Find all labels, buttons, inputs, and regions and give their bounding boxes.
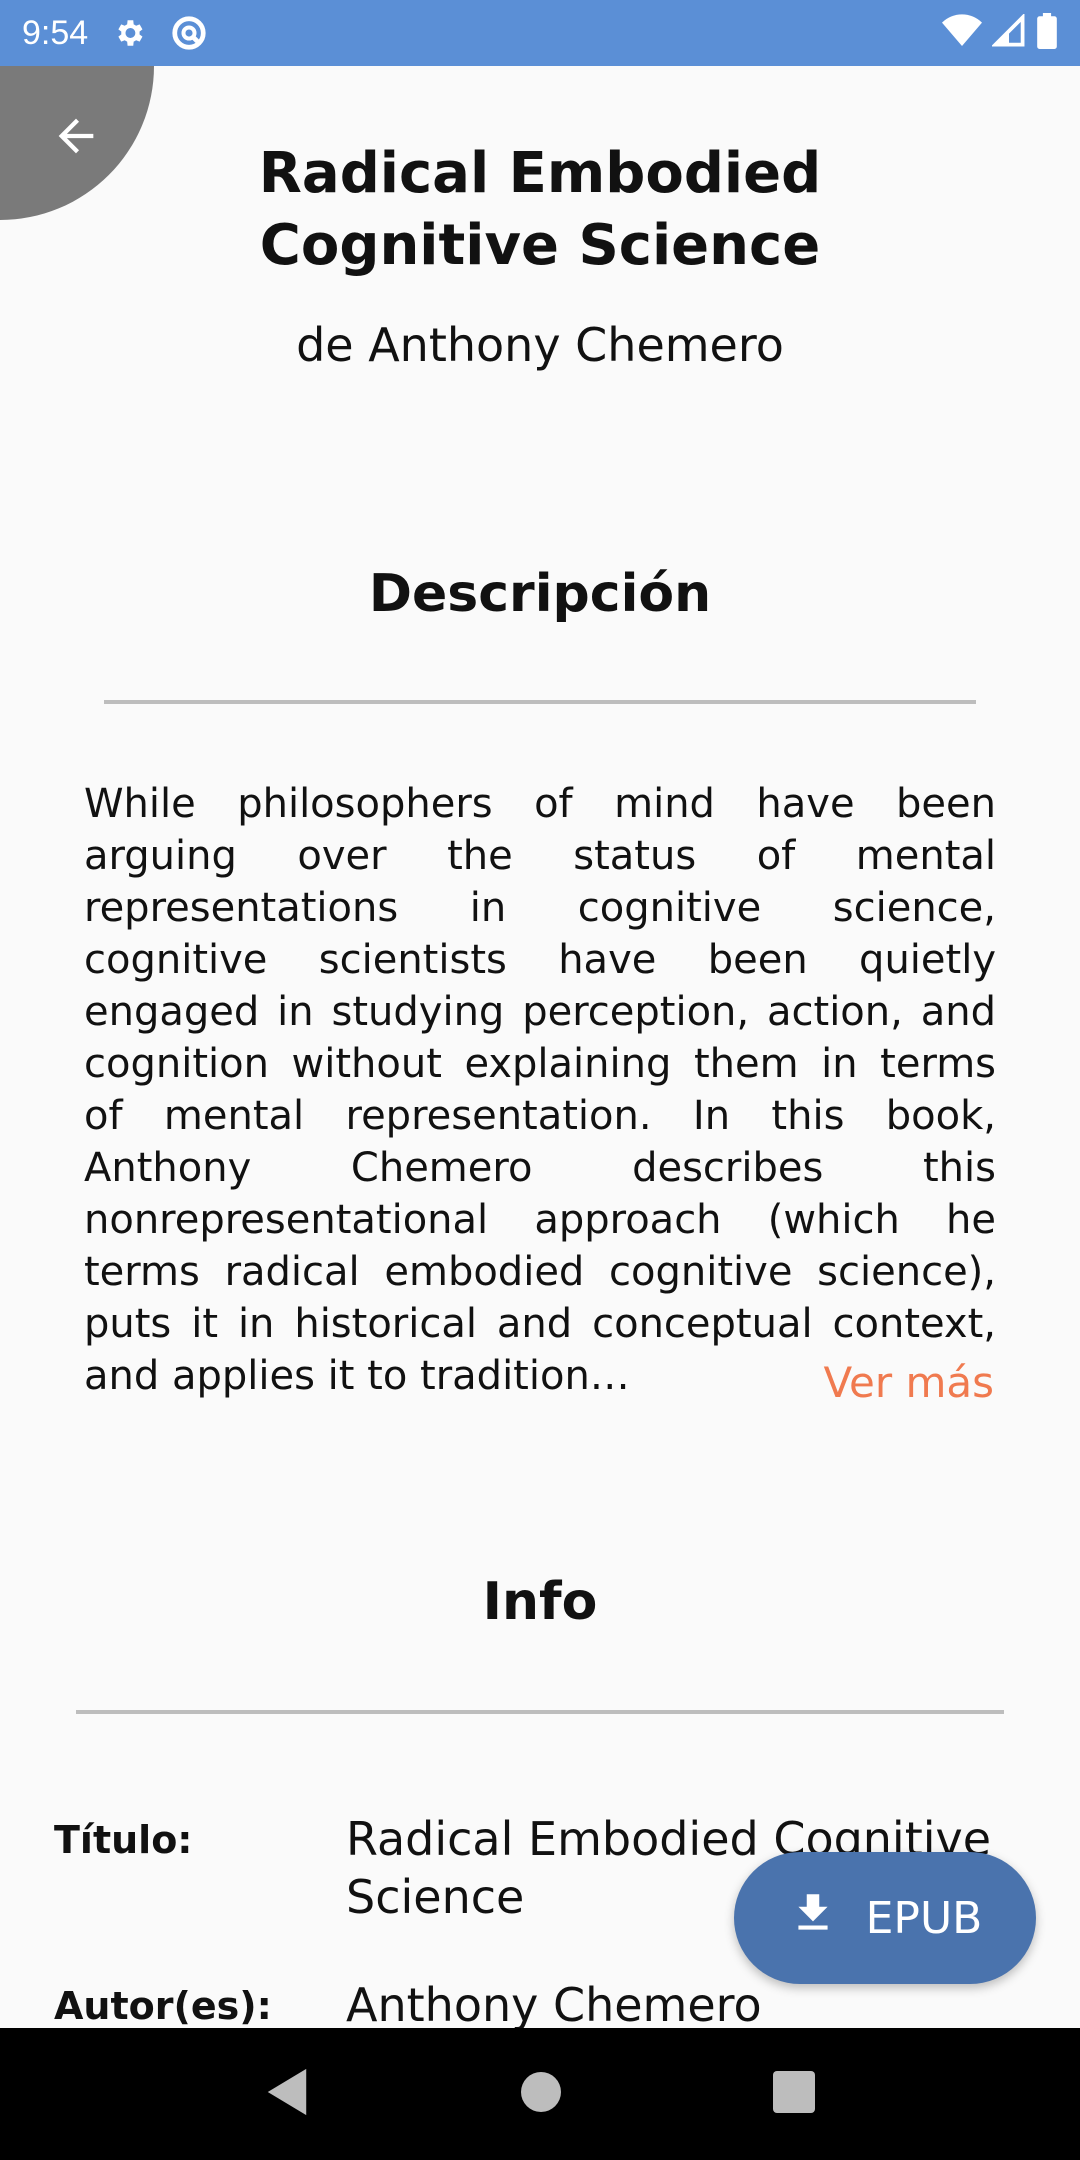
book-title: Radical Embodied Cognitive Science (258, 141, 822, 278)
description-heading: Descripción (368, 564, 712, 624)
nav-home-icon[interactable] (519, 2070, 563, 2118)
navigation-bar (0, 2028, 1080, 2160)
book-author: de Anthony Chemero (296, 318, 784, 372)
status-time: 9:54 (22, 13, 89, 52)
status-bar: 9:54 (0, 0, 1080, 66)
divider (104, 700, 976, 704)
info-heading: Info (482, 1572, 598, 1632)
cell-signal-icon (990, 12, 1026, 52)
description-text: While philosophers of mind have been arg… (84, 781, 996, 1399)
nav-recents-icon[interactable] (773, 2071, 815, 2117)
battery-icon (1036, 13, 1058, 53)
sync-circle-icon (170, 14, 208, 52)
divider (76, 1710, 1004, 1714)
epub-label: EPUB (865, 1892, 983, 1944)
info-value: Anthony Chemero (346, 1978, 762, 2032)
epub-download-button[interactable]: EPUB (734, 1852, 1036, 1984)
status-right-icons (942, 12, 1058, 53)
nav-back-icon[interactable] (265, 2067, 309, 2121)
settings-gear-icon (112, 16, 146, 50)
info-label: Título: (54, 1818, 193, 1862)
info-row-author: Autor(es): Anthony Chemero (54, 1976, 1034, 2034)
download-icon (788, 1888, 838, 1949)
wifi-icon (942, 14, 982, 52)
info-label: Autor(es): (54, 1984, 272, 2028)
see-more-link[interactable]: Ver más (824, 1358, 994, 1407)
